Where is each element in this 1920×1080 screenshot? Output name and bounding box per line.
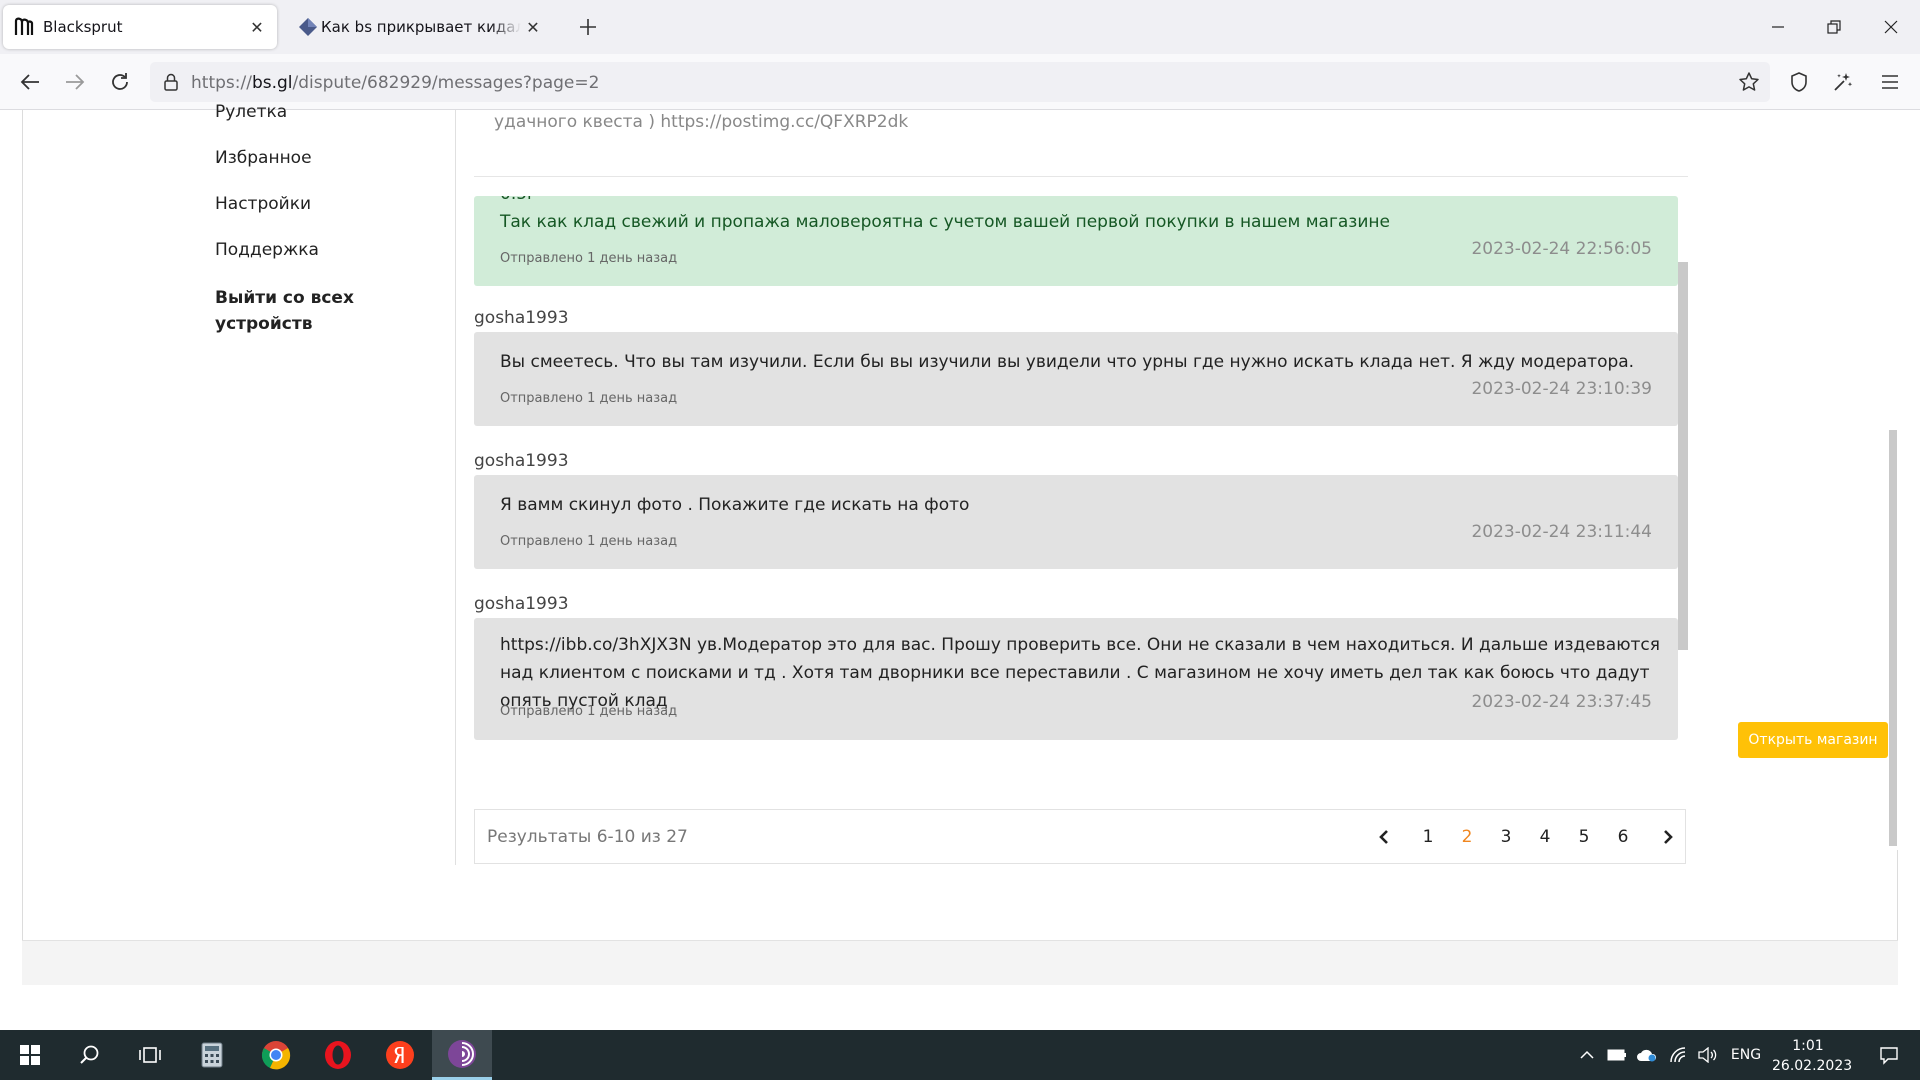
pagination-summary: Результаты 6-10 из 27 <box>487 827 688 847</box>
url-path: /dispute/682929/messages?page=2 <box>292 73 600 93</box>
message-bubble: https://ibb.co/3hXJX3N ув.Модератор это … <box>474 618 1678 740</box>
clock-time: 1:01 <box>1792 1038 1824 1054</box>
chrome-browser-icon[interactable] <box>246 1030 306 1080</box>
show-hidden-icons-chevron-icon[interactable] <box>1572 1030 1602 1080</box>
taskbar-clock[interactable]: 1:01 26.02.2023 <box>1772 1036 1853 1076</box>
message-timestamp: 2023-02-24 23:11:44 <box>1471 522 1652 542</box>
message-username: gosha1993 <box>474 451 569 471</box>
back-arrow-icon[interactable] <box>16 68 44 96</box>
search-icon[interactable] <box>60 1030 120 1080</box>
url-text[interactable]: https://bs.gl/dispute/682929/messages?pa… <box>191 73 599 93</box>
message-text: Я вамм скинул фото . Покажите где искать… <box>500 495 970 515</box>
input-language-indicator[interactable]: ENG <box>1726 1030 1766 1080</box>
close-tab-icon[interactable]: ✕ <box>522 16 544 38</box>
page-scrollbar-thumb[interactable] <box>1889 430 1897 846</box>
address-bar[interactable]: https://bs.gl/dispute/682929/messages?pa… <box>150 62 1770 102</box>
message-text: Так как клад свежий и пропажа маловероят… <box>500 212 1390 232</box>
close-window-icon[interactable] <box>1876 13 1906 41</box>
sidebar-item-favorites[interactable]: Избранное <box>215 148 312 168</box>
message-username: gosha1993 <box>474 594 569 614</box>
tab-title: Blacksprut <box>43 18 123 36</box>
sidebar-item-logout-all[interactable]: Выйти со всех устройств <box>215 285 365 337</box>
tab-title: Как bs прикрывает кидал ! - jP <box>321 18 521 36</box>
bookmark-star-icon[interactable] <box>1738 71 1760 93</box>
volume-speaker-icon[interactable] <box>1692 1030 1722 1080</box>
pagination-prev-icon[interactable] <box>1370 824 1398 850</box>
new-tab-plus-icon[interactable] <box>574 13 602 41</box>
reload-icon[interactable] <box>106 68 134 96</box>
restore-window-icon[interactable] <box>1819 13 1849 41</box>
message-bubble: Я вамм скинул фото . Покажите где искать… <box>474 475 1678 569</box>
pagination-page-4[interactable]: 4 <box>1531 824 1559 850</box>
opera-browser-icon[interactable] <box>308 1030 368 1080</box>
pagination-page-5[interactable]: 5 <box>1570 824 1598 850</box>
tab-blacksprut[interactable]: Blacksprut ✕ <box>3 5 277 49</box>
pagination-page-6[interactable]: 6 <box>1609 824 1637 850</box>
notification-center-icon[interactable] <box>1864 1030 1914 1080</box>
blacksprut-favicon-icon <box>14 17 34 37</box>
windows-taskbar: ENG 1:01 26.02.2023 <box>0 1030 1920 1080</box>
forward-arrow-icon[interactable] <box>61 68 89 96</box>
message-sent-label: Отправлено 1 день назад <box>500 704 678 719</box>
windows-start-icon[interactable] <box>0 1030 60 1080</box>
pagination-page-2[interactable]: 2 <box>1453 824 1481 850</box>
shield-icon[interactable] <box>1785 68 1813 96</box>
pagination-next-icon[interactable] <box>1654 824 1682 850</box>
account-sidebar <box>22 110 456 865</box>
messages-scrollbar[interactable] <box>1678 262 1688 650</box>
message-sent-label: Отправлено 1 день назад <box>500 251 678 266</box>
battery-icon[interactable] <box>1602 1030 1632 1080</box>
message-bubble: 0.5г Так как клад свежий и пропажа малов… <box>474 196 1678 286</box>
message-username: gosha1993 <box>474 308 569 328</box>
url-prefix: https:// <box>191 73 252 93</box>
previous-message-text: удачного квеста ) https://postimg.cc/QFX… <box>494 112 909 132</box>
messages-list[interactable]: 0.5г Так как клад свежий и пропажа малов… <box>474 196 1678 756</box>
clock-date: 26.02.2023 <box>1772 1058 1853 1074</box>
pagination-page-1[interactable]: 1 <box>1414 824 1442 850</box>
hamburger-menu-icon[interactable] <box>1876 68 1904 96</box>
message-timestamp: 2023-02-24 22:56:05 <box>1471 239 1652 259</box>
message-bubble: Вы смеетесь. Что вы там изучили. Если бы… <box>474 332 1678 426</box>
message-sent-label: Отправлено 1 день назад <box>500 391 678 406</box>
message-timestamp: 2023-02-24 23:37:45 <box>1471 692 1652 712</box>
sidebar-item-roulette[interactable]: Рулетка <box>215 102 287 122</box>
url-domain: bs.gl <box>251 73 293 93</box>
message-text: Вы смеетесь. Что вы там изучили. Если бы… <box>500 352 1635 372</box>
pagination-page-3[interactable]: 3 <box>1492 824 1520 850</box>
extensions-sparkle-icon[interactable] <box>1829 68 1857 96</box>
yandex-browser-icon[interactable] <box>370 1030 430 1080</box>
onedrive-cloud-icon[interactable] <box>1632 1030 1662 1080</box>
open-shop-button[interactable]: Открыть магазин <box>1738 722 1888 758</box>
browser-tab-bar: Blacksprut ✕ Как bs прикрывает кидал ! -… <box>0 0 1920 54</box>
diamond-favicon-icon <box>298 17 318 37</box>
tor-browser-icon[interactable] <box>432 1030 492 1080</box>
sidebar-item-support[interactable]: Поддержка <box>215 240 319 260</box>
browser-navigation-bar: https://bs.gl/dispute/682929/messages?pa… <box>0 54 1920 110</box>
message-text-cutoff: 0.5г <box>500 196 536 204</box>
page-footer <box>22 940 1898 985</box>
task-view-icon[interactable] <box>120 1030 180 1080</box>
close-tab-icon[interactable]: ✕ <box>246 16 268 38</box>
sidebar-item-settings[interactable]: Настройки <box>215 194 311 214</box>
divider <box>474 176 1688 177</box>
minimize-window-icon[interactable] <box>1763 13 1793 41</box>
calculator-app-icon[interactable] <box>182 1030 242 1080</box>
message-timestamp: 2023-02-24 23:10:39 <box>1471 379 1652 399</box>
tab-forum-thread[interactable]: Как bs прикрывает кидал ! - jP ✕ <box>287 5 553 49</box>
wifi-icon[interactable] <box>1662 1030 1692 1080</box>
pagination: Результаты 6-10 из 27 1 2 3 4 5 6 <box>474 809 1686 864</box>
lock-icon[interactable] <box>161 72 181 92</box>
message-sent-label: Отправлено 1 день назад <box>500 534 678 549</box>
